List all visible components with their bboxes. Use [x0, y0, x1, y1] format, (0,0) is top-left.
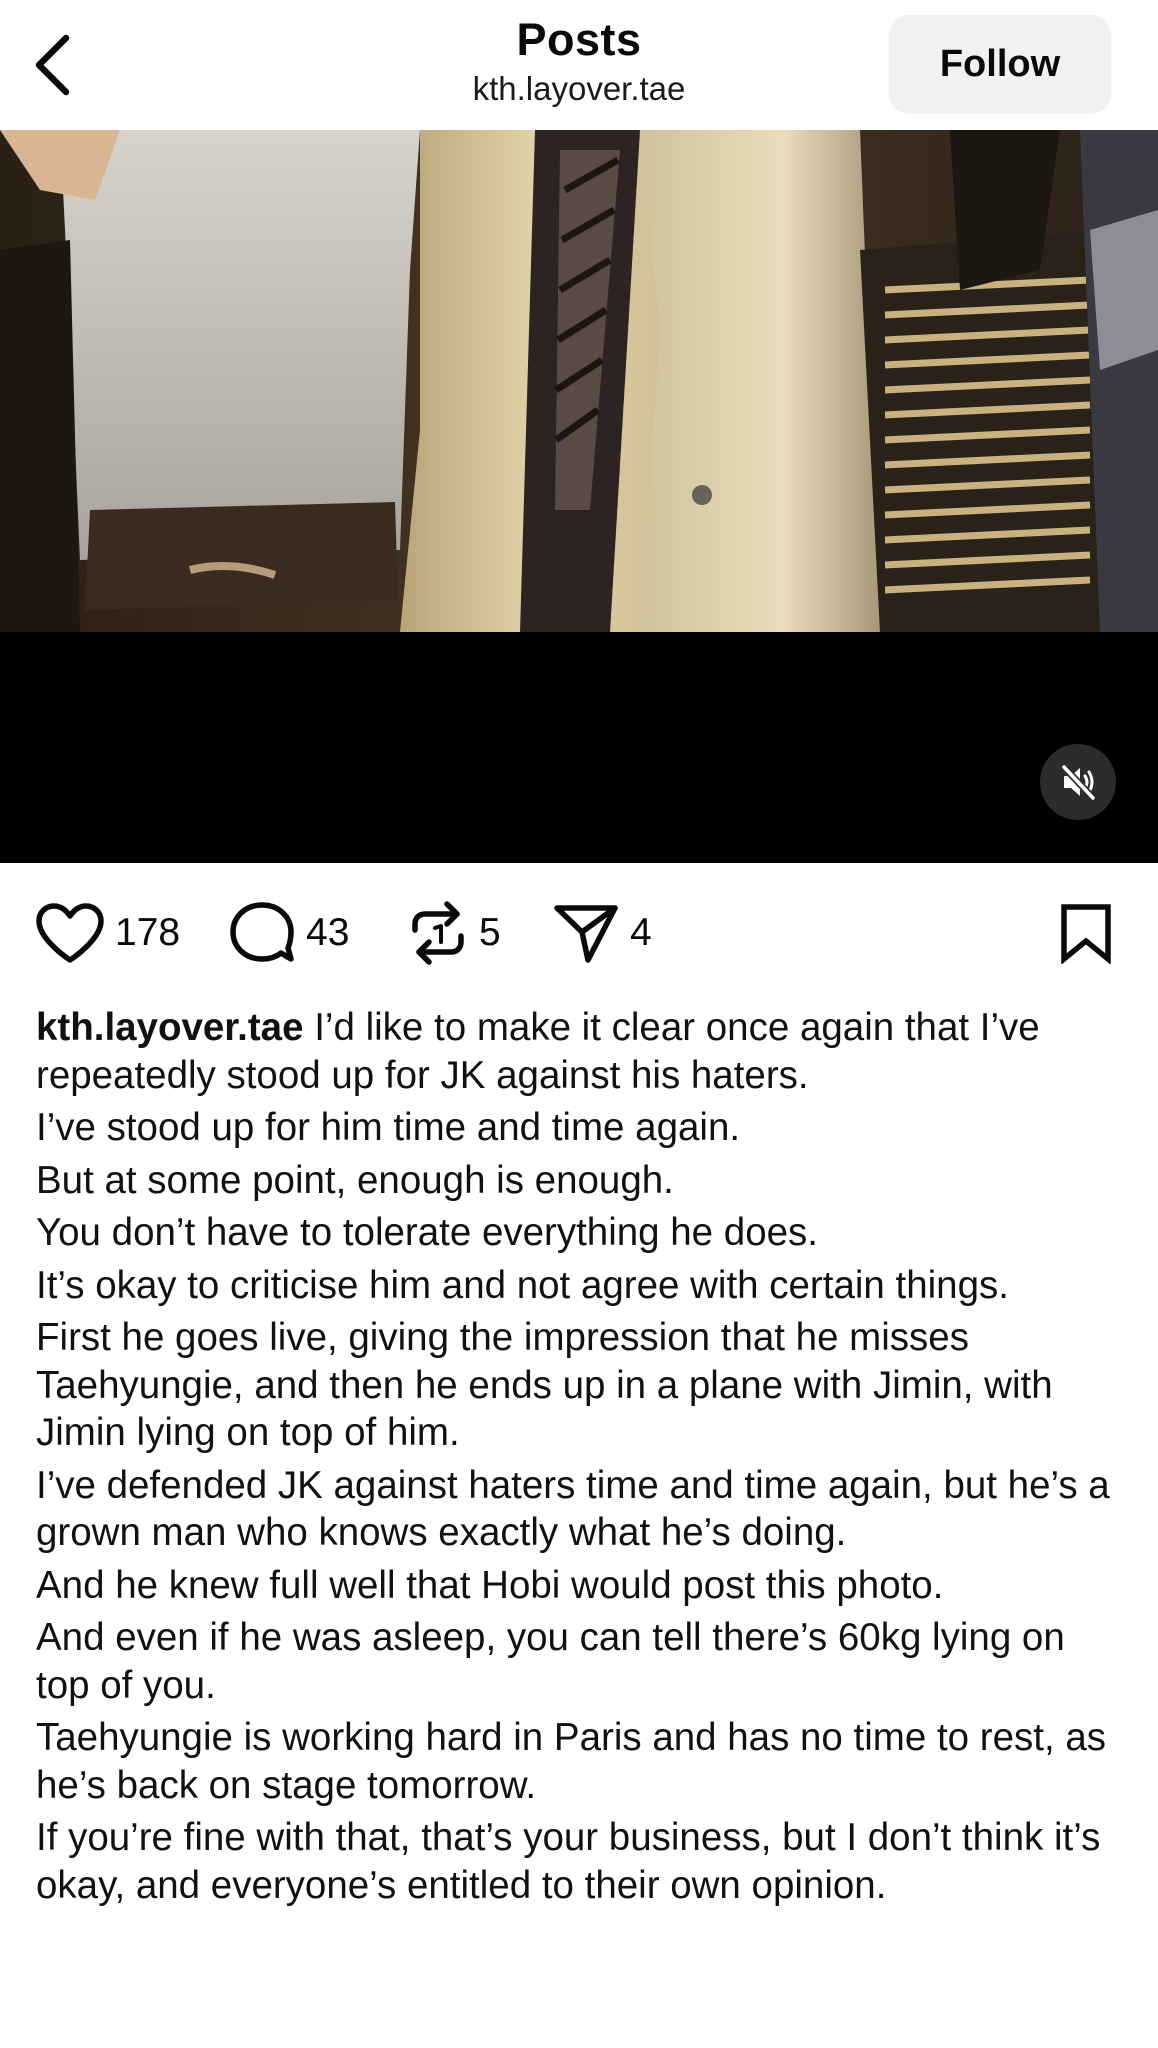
comment-count: 43 — [306, 911, 350, 954]
bookmark-button[interactable] — [1054, 893, 1118, 973]
repost-count: 5 — [479, 911, 501, 954]
caption-paragraph: It’s okay to criticise him and not agree… — [36, 1263, 1009, 1307]
caption-paragraph: First he goes live, giving the impressio… — [36, 1316, 1053, 1454]
caption-paragraph: Taehyungie is working hard in Paris and … — [36, 1716, 1107, 1807]
like-button[interactable]: 178 — [35, 893, 180, 973]
caption-paragraph: If you’re fine with that, that’s your bu… — [36, 1816, 1101, 1907]
post-actions-bar: 178 43 5 4 — [0, 893, 1158, 973]
caption-paragraph: I’ve defended JK against haters time and… — [36, 1463, 1110, 1555]
caption-paragraph: I’ve stood up for him time and time agai… — [36, 1106, 741, 1149]
caption-username[interactable]: kth.layover.tae — [36, 1006, 304, 1049]
post-video[interactable] — [0, 130, 1158, 863]
share-button[interactable]: 4 — [552, 893, 652, 973]
caption-paragraph: You don’t have to tolerate everything he… — [36, 1211, 818, 1254]
comment-button[interactable]: 43 — [228, 893, 349, 973]
video-frame-image — [0, 130, 1158, 632]
bookmark-icon — [1061, 904, 1111, 964]
send-paper-plane-icon — [554, 905, 618, 963]
follow-button[interactable]: Follow — [889, 15, 1111, 114]
heart-icon — [36, 903, 104, 963]
comment-bubble-icon — [230, 902, 294, 962]
repost-button[interactable]: 5 — [407, 893, 501, 973]
caption-paragraph: And he knew full well that Hobi would po… — [36, 1563, 944, 1607]
like-count: 178 — [115, 911, 181, 954]
caption-first-paragraph: kth.layover.tae I’d like to make it clea… — [36, 1004, 1126, 1099]
video-frame-illustration — [0, 130, 1158, 632]
share-count: 4 — [630, 911, 652, 954]
caption-paragraph: But at some point, enough is enough. — [36, 1158, 674, 1202]
mute-toggle-button[interactable] — [1040, 744, 1116, 820]
post-caption: kth.layover.tae I’d like to make it clea… — [36, 1004, 1126, 1914]
top-bar: Posts kth.layover.tae Follow — [0, 0, 1158, 130]
repost-arrows-icon — [412, 901, 464, 965]
caption-paragraph: And even if he was asleep, you can tell … — [36, 1616, 1065, 1707]
speaker-muted-icon — [1060, 763, 1097, 802]
